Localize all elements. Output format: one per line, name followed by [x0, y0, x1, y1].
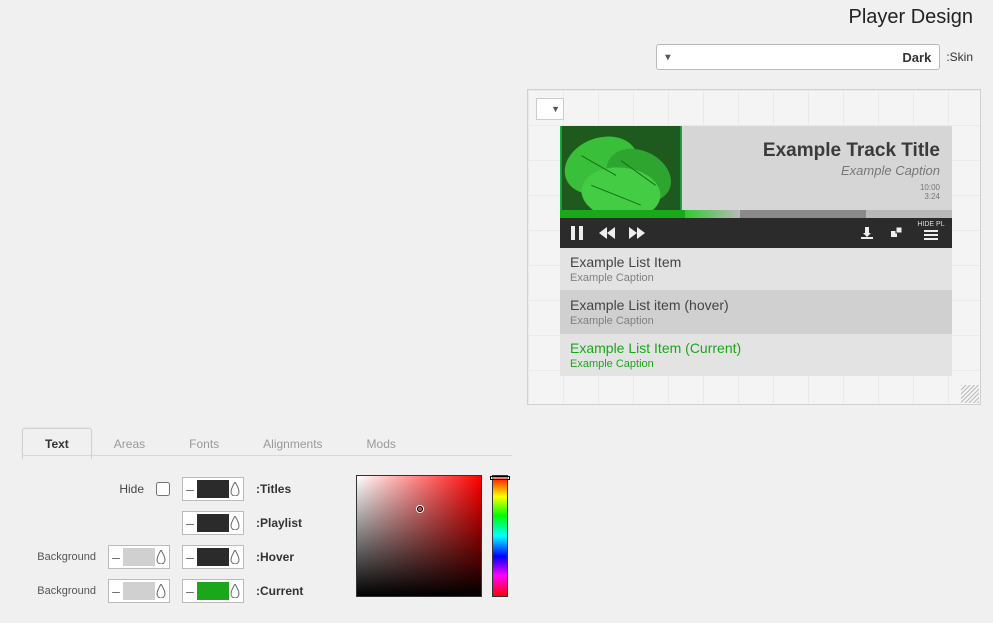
resize-handle[interactable] — [961, 385, 979, 403]
skin-label: :Skin — [946, 50, 973, 64]
hover-bg-swatch[interactable]: – — [108, 545, 170, 569]
color-preview — [197, 548, 229, 566]
download-button[interactable] — [856, 222, 878, 244]
skin-select[interactable]: ▾ Dark — [656, 44, 940, 70]
sv-cursor — [417, 506, 423, 512]
hover-color-swatch[interactable]: – — [182, 545, 244, 569]
hover-label: :Hover — [256, 550, 314, 564]
album-art — [560, 126, 682, 210]
color-preview — [197, 514, 229, 532]
eyedropper-icon — [229, 550, 241, 564]
list-item-title: Example List item (hover) — [570, 297, 942, 313]
eyedropper-icon — [155, 584, 167, 598]
minus-icon: – — [185, 584, 195, 598]
prev-button[interactable] — [596, 222, 618, 244]
list-item[interactable]: Example List Item (Current) Example Capt… — [560, 334, 952, 376]
current-bg-label: Background — [26, 585, 96, 597]
skin-row: ▾ Dark :Skin — [656, 44, 973, 70]
color-preview — [123, 582, 155, 600]
color-preview — [197, 480, 229, 498]
list-item-caption: Example Caption — [570, 272, 942, 284]
preview-bg-picker[interactable]: ▼ — [536, 98, 564, 120]
playlist: Example List Item Example Caption Exampl… — [560, 248, 952, 376]
fullscreen-button[interactable] — [886, 222, 908, 244]
page-title: Player Design — [848, 6, 973, 29]
minus-icon: – — [111, 550, 121, 564]
list-item[interactable]: Example List Item Example Caption — [560, 248, 952, 291]
list-item-title: Example List Item — [570, 254, 942, 270]
list-item-title: Example List Item (Current) — [570, 340, 942, 356]
minus-icon: – — [185, 482, 195, 496]
player-controls: HIDE PL — [560, 218, 952, 248]
hide-titles-checkbox[interactable] — [156, 482, 170, 496]
hide-label: Hide — [119, 482, 144, 496]
hover-bg-label: Background — [26, 551, 96, 563]
current-bg-swatch[interactable]: – — [108, 579, 170, 603]
toggle-playlist-button[interactable]: HIDE PL — [916, 222, 946, 244]
eyedropper-icon — [229, 482, 241, 496]
player: Example Track Title Example Caption 10:0… — [560, 126, 952, 376]
playlist-label: :Playlist — [256, 516, 314, 530]
minus-icon: – — [185, 516, 195, 530]
chevron-down-icon: ▾ — [665, 52, 670, 63]
player-preview-panel: ▼ Example Track Title Example Caption 10 — [527, 89, 981, 405]
list-item-caption: Example Caption — [570, 315, 942, 327]
hue-slider[interactable] — [492, 475, 508, 597]
saturation-value-box[interactable] — [356, 475, 482, 597]
current-color-swatch[interactable]: – — [182, 579, 244, 603]
color-preview — [197, 582, 229, 600]
tab-divider — [22, 455, 512, 456]
playlist-color-swatch[interactable]: – — [182, 511, 244, 535]
track-title: Example Track Title — [694, 140, 940, 162]
list-item-caption: Example Caption — [570, 358, 942, 370]
color-preview — [123, 548, 155, 566]
eyedropper-icon — [229, 516, 241, 530]
eyedropper-icon — [229, 584, 241, 598]
titles-label: :Titles — [256, 482, 314, 496]
minus-icon: – — [185, 550, 195, 564]
list-item[interactable]: Example List item (hover) Example Captio… — [560, 291, 952, 334]
track-caption: Example Caption — [694, 163, 940, 178]
titles-color-swatch[interactable]: – — [182, 477, 244, 501]
pause-button[interactable] — [566, 222, 588, 244]
next-button[interactable] — [626, 222, 648, 244]
minus-icon: – — [111, 584, 121, 598]
hide-pl-label: HIDE PL — [917, 221, 944, 228]
current-label: :Current — [256, 584, 314, 598]
progress-bar[interactable] — [560, 210, 952, 218]
eyedropper-icon — [155, 550, 167, 564]
hue-cursor — [490, 476, 510, 480]
skin-value: Dark — [902, 50, 931, 65]
color-picker — [356, 475, 508, 597]
time-elapsed: 3:24 — [924, 193, 940, 202]
